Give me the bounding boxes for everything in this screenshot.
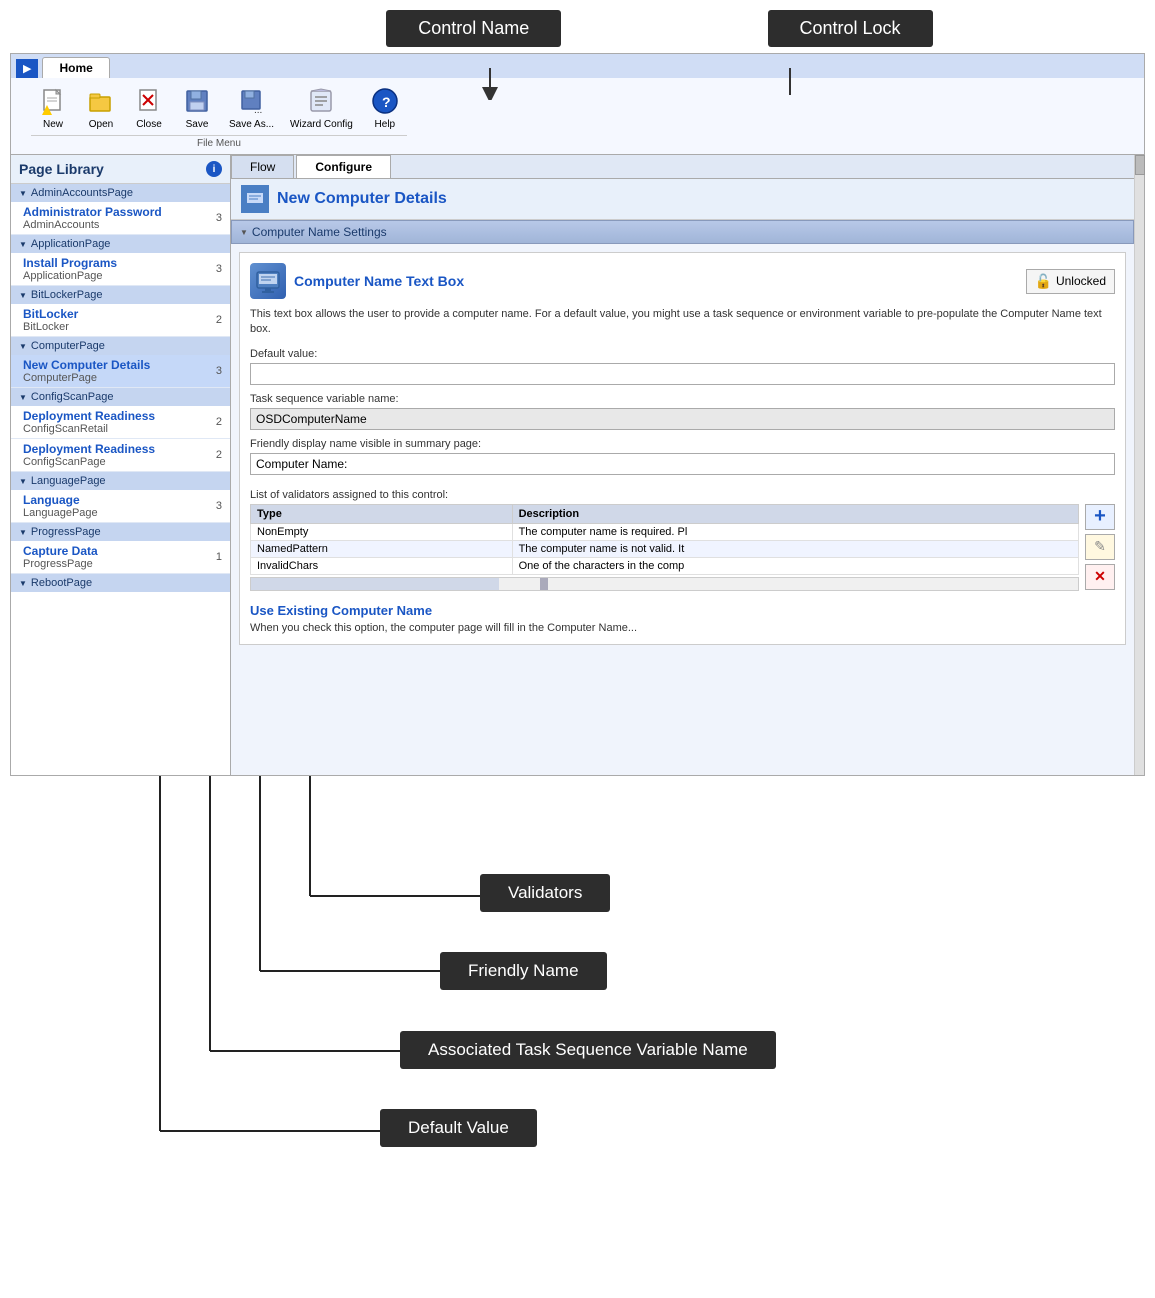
ribbon: ▶ Home New Op — [11, 54, 1144, 155]
close-icon — [133, 85, 165, 117]
sidebar-group-ConfigScanPage[interactable]: ▼ ConfigScanPage — [11, 388, 230, 406]
table-row[interactable]: InvalidChars One of the characters in th… — [251, 557, 1079, 574]
sidebar-group-RebootPage[interactable]: ▼ RebootPage — [11, 574, 230, 592]
open-icon — [85, 85, 117, 117]
collapse-icon: ▼ — [19, 342, 27, 351]
tab-home[interactable]: Home — [42, 57, 109, 78]
validators-row: Type Description NonEmp — [250, 504, 1115, 591]
svg-text:?: ? — [382, 94, 391, 110]
collapse-icon: ▼ — [19, 189, 27, 198]
sidebar-item-install-programs[interactable]: Install Programs ApplicationPage 3 — [11, 253, 230, 286]
ribbon-buttons: New Open Close — [31, 83, 407, 132]
use-existing-title: Use Existing Computer Name — [250, 603, 1115, 618]
collapse-icon: ▼ — [19, 579, 27, 588]
sidebar-group-ApplicationPage[interactable]: ▼ ApplicationPage — [11, 235, 230, 253]
svg-text:...: ... — [254, 105, 262, 115]
table-row[interactable]: NamedPattern The computer name is not va… — [251, 540, 1079, 557]
control-icon — [250, 263, 286, 299]
validators-table: Type Description NonEmp — [250, 504, 1079, 575]
lock-icon: 🔓 — [1035, 273, 1052, 290]
content-tabs: Flow Configure — [231, 155, 1134, 179]
save-icon — [181, 85, 213, 117]
table-row[interactable]: NonEmpty The computer name is required. … — [251, 523, 1079, 540]
collapse-icon: ▼ — [19, 477, 27, 486]
new-button[interactable]: New — [31, 83, 75, 132]
task-seq-input — [250, 408, 1115, 430]
help-icon: ? — [369, 85, 401, 117]
main-layout: Page Library i ▼ AdminAccountsPage Admin… — [11, 155, 1144, 775]
open-button[interactable]: Open — [79, 83, 123, 132]
new-icon — [37, 85, 69, 117]
section-collapse-button[interactable]: ▼ — [240, 228, 248, 237]
sidebar-item-deployment-readiness-2[interactable]: Deployment Readiness ConfigScanPage 2 — [11, 439, 230, 472]
task-seq-label: Task sequence variable name: — [250, 393, 1115, 405]
validators-table-wrap: Type Description NonEmp — [250, 504, 1079, 591]
default-value-label: Default value: — [250, 348, 1115, 360]
sidebar-item-admin-password[interactable]: Administrator Password AdminAccounts 3 — [11, 202, 230, 235]
ribbon-tabs: ▶ Home — [11, 54, 1144, 78]
sidebar-group-ProgressPage[interactable]: ▼ ProgressPage — [11, 523, 230, 541]
wizard-config-icon — [305, 85, 337, 117]
control-card-header: Computer Name Text Box 🔓 Unlocked — [250, 263, 1115, 299]
save-as-icon: ... — [236, 85, 268, 117]
collapse-icon: ▼ — [19, 291, 27, 300]
sidebar-group-AdminAccountsPage[interactable]: ▼ AdminAccountsPage — [11, 184, 230, 202]
sidebar-group-BitLockerPage[interactable]: ▼ BitLockerPage — [11, 286, 230, 304]
sidebar: Page Library i ▼ AdminAccountsPage Admin… — [11, 155, 231, 775]
edit-validator-button[interactable]: ✎ — [1085, 534, 1115, 560]
use-existing-section: Use Existing Computer Name When you chec… — [250, 603, 1115, 634]
control-card-title-area: Computer Name Text Box — [250, 263, 464, 299]
collapse-icon: ▼ — [19, 240, 27, 249]
validators-label: List of validators assigned to this cont… — [250, 489, 1115, 501]
help-button[interactable]: ? Help — [363, 83, 407, 132]
section-header: ▼ Computer Name Settings — [231, 220, 1134, 244]
default-value-annotation: Default Value — [380, 1109, 537, 1147]
control-card: Computer Name Text Box 🔓 Unlocked This t… — [239, 252, 1126, 645]
sidebar-group-LanguagePage[interactable]: ▼ LanguagePage — [11, 472, 230, 490]
page-title-bar: New Computer Details — [231, 179, 1134, 220]
info-icon[interactable]: i — [206, 161, 222, 177]
save-as-button[interactable]: ... Save As... — [223, 83, 280, 132]
wizard-config-button[interactable]: Wizard Config — [284, 83, 359, 132]
ribbon-group-file: New Open Close — [21, 83, 417, 149]
lock-badge[interactable]: 🔓 Unlocked — [1026, 269, 1115, 294]
right-scrollbar[interactable] — [1134, 155, 1144, 775]
app-menu-button[interactable]: ▶ — [16, 59, 38, 78]
validators-section: List of validators assigned to this cont… — [250, 489, 1115, 591]
sidebar-item-language[interactable]: Language LanguagePage 3 — [11, 490, 230, 523]
friendly-name-label: Friendly display name visible in summary… — [250, 438, 1115, 450]
validator-buttons: + ✎ ✕ — [1085, 504, 1115, 590]
content-area: Flow Configure New Computer Details ▼ Co… — [231, 155, 1134, 775]
control-lock-annotation: Control Lock — [768, 10, 933, 47]
default-value-input[interactable] — [250, 363, 1115, 385]
friendly-name-input[interactable] — [250, 453, 1115, 475]
collapse-icon: ▼ — [19, 393, 27, 402]
friendly-name-annotation: Friendly Name — [440, 952, 607, 990]
tab-flow[interactable]: Flow — [231, 155, 294, 178]
app-container: ▶ Home New Op — [10, 53, 1145, 776]
sidebar-item-deployment-readiness-1[interactable]: Deployment Readiness ConfigScanRetail 2 — [11, 406, 230, 439]
sidebar-group-ComputerPage[interactable]: ▼ ComputerPage — [11, 337, 230, 355]
sidebar-item-new-computer-details[interactable]: New Computer Details ComputerPage 3 — [11, 355, 230, 388]
close-button[interactable]: Close — [127, 83, 171, 132]
validators-annotation: Validators — [480, 874, 610, 912]
tab-configure[interactable]: Configure — [296, 155, 391, 178]
validators-col-type: Type — [251, 504, 513, 523]
save-button[interactable]: Save — [175, 83, 219, 132]
add-validator-button[interactable]: + — [1085, 504, 1115, 530]
control-description: This text box allows the user to provide… — [250, 307, 1115, 338]
bottom-annotations-area: Validators Friendly Name Associated Task… — [0, 776, 1155, 1196]
validators-col-desc: Description — [512, 504, 1078, 523]
task-seq-annotation: Associated Task Sequence Variable Name — [400, 1031, 776, 1069]
sidebar-item-bitlocker[interactable]: BitLocker BitLocker 2 — [11, 304, 230, 337]
page-title-icon — [241, 185, 269, 213]
ribbon-content: New Open Close — [11, 78, 1144, 154]
sidebar-header: Page Library i — [11, 155, 230, 184]
control-name-annotation: Control Name — [386, 10, 561, 47]
delete-validator-button[interactable]: ✕ — [1085, 564, 1115, 590]
sidebar-item-capture-data[interactable]: Capture Data ProgressPage 1 — [11, 541, 230, 574]
use-existing-desc: When you check this option, the computer… — [250, 622, 1115, 634]
collapse-icon: ▼ — [19, 528, 27, 537]
